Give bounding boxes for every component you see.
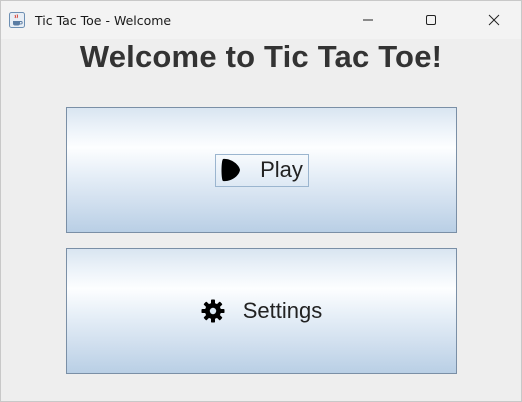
window-title: Tic Tac Toe - Welcome (35, 13, 172, 28)
close-icon (488, 14, 500, 26)
play-button[interactable]: Play (66, 107, 457, 233)
title-bar[interactable]: Tic Tac Toe - Welcome (1, 1, 521, 39)
close-button[interactable] (471, 1, 517, 39)
minimize-icon (363, 19, 373, 21)
maximize-button[interactable] (408, 1, 454, 39)
maximize-icon (426, 15, 436, 25)
focus-indicator (215, 154, 309, 187)
settings-button[interactable]: Settings (66, 248, 457, 374)
gear-icon (201, 299, 225, 323)
welcome-heading: Welcome to Tic Tac Toe! (79, 39, 443, 74)
minimize-button[interactable] (345, 1, 391, 39)
java-coffee-cup-icon (9, 12, 25, 28)
settings-button-label: Settings (242, 298, 323, 323)
app-window: Tic Tac Toe - Welcome Welcome to Tic Tac… (0, 0, 522, 402)
